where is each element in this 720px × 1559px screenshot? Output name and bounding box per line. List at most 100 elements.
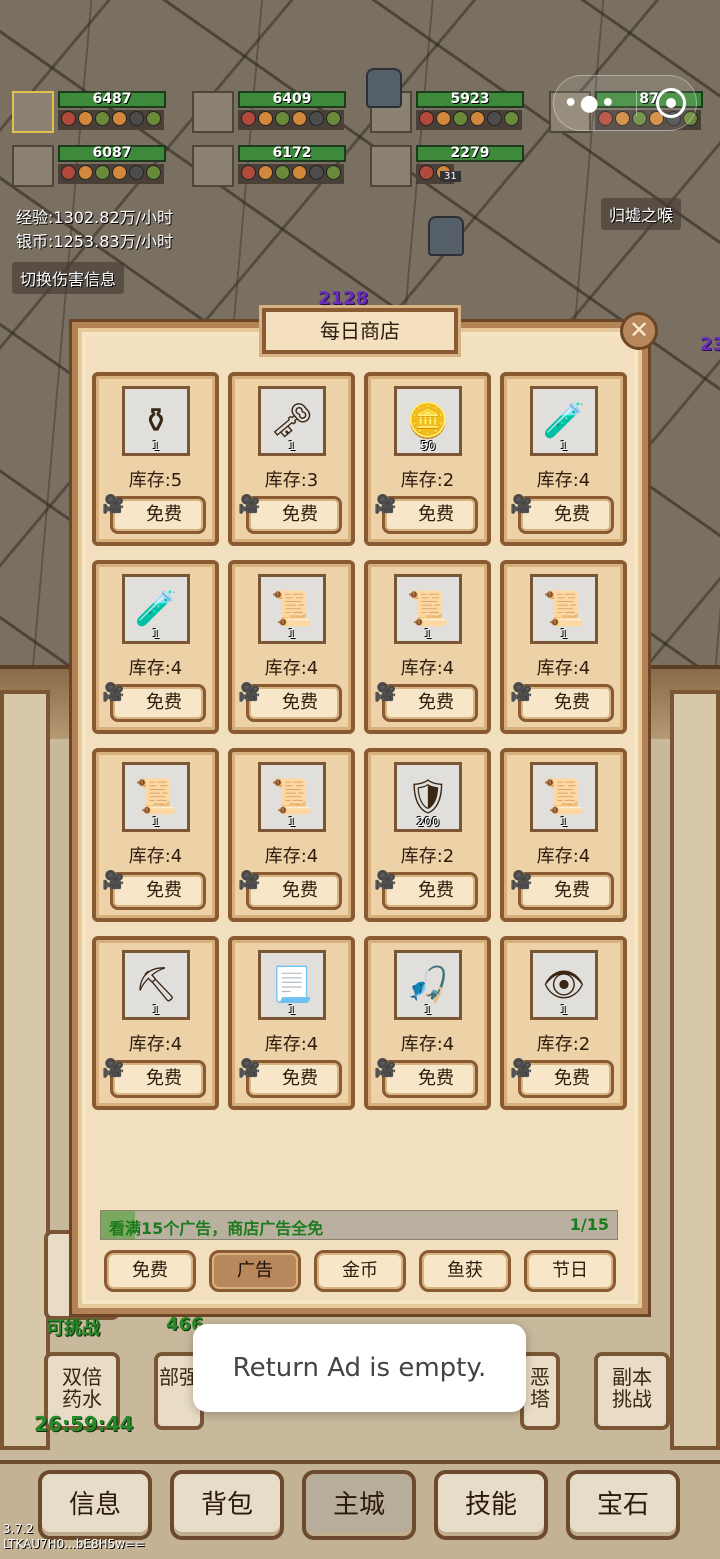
double-potion-timer: 26:59:44 (34, 1412, 134, 1436)
shop-tab[interactable]: 广告 (209, 1250, 301, 1292)
hero-slot-5[interactable]: 6087 (12, 145, 172, 191)
nav-button[interactable]: 主城 (302, 1470, 416, 1540)
video-camera-icon: 🎥 (510, 1058, 533, 1079)
video-camera-icon: 🎥 (510, 682, 533, 703)
shield-icon: 🛡 (406, 777, 450, 817)
version-info: 3.7.2 LTKAU7H0...bE8H5w== (3, 1522, 145, 1552)
shop-item[interactable]: 🎣 1 库存:4 免费 🎥 (364, 936, 491, 1110)
scroll-purple-icon: 📜 (270, 777, 314, 817)
potion-yellow-icon: 🧪 (542, 401, 586, 441)
silver-rate: 银币:1253.83万/小时 (16, 232, 173, 251)
ad-progress-count: 1/15 (569, 1215, 609, 1234)
item-stock: 库存:3 (264, 470, 319, 491)
close-icon: ✕ (628, 316, 650, 344)
hero-buffs (416, 110, 522, 130)
nav-button[interactable]: 技能 (434, 1470, 548, 1540)
scroll-blue-icon: 📜 (134, 777, 178, 817)
video-camera-icon: 🎥 (102, 682, 125, 703)
hero-slot-7[interactable]: 2279 31 (370, 145, 530, 191)
hero-portrait (12, 91, 54, 133)
exp-rate: 经验:1302.82万/小时 (16, 208, 173, 227)
hero-buffs (58, 164, 164, 184)
shop-item[interactable]: 📃 1 库存:4 免费 🎥 (228, 936, 355, 1110)
shop-tab[interactable]: 鱼获 (419, 1250, 511, 1292)
left-frame (0, 690, 50, 1450)
item-quantity: 1 (152, 1003, 160, 1017)
zone-name[interactable]: 归墟之喉 (601, 198, 682, 230)
item-icon-box: 📜 1 (122, 762, 190, 832)
item-quantity: 1 (288, 627, 296, 641)
hero-buffs (58, 110, 164, 130)
item-quantity: 1 (152, 627, 160, 641)
video-camera-icon: 🎥 (238, 494, 261, 515)
shop-tab[interactable]: 免费 (104, 1250, 196, 1292)
toast-message: Return Ad is empty. (193, 1324, 526, 1412)
video-camera-icon: 🎥 (374, 494, 397, 515)
nav-button[interactable]: 宝石 (566, 1470, 680, 1540)
partial-button-right[interactable]: 恶塔 (520, 1352, 560, 1430)
hero-hp: 6409 (238, 91, 346, 108)
dungeon-challenge-button[interactable]: 副本 挑战 (594, 1352, 670, 1430)
key-icon: 🗝 (270, 401, 314, 441)
item-icon-box: 📜 1 (258, 762, 326, 832)
item-stock: 库存:4 (400, 1034, 455, 1055)
item-stock: 库存:2 (400, 846, 455, 867)
shop-item[interactable]: ⚱ 1 库存:5 免费 🎥 (92, 372, 219, 546)
nav-button[interactable]: 背包 (170, 1470, 284, 1540)
item-icon-box: 👁 1 (530, 950, 598, 1020)
hero-buffs (238, 110, 344, 130)
hero-slot-1[interactable]: 6487 (12, 91, 172, 137)
item-stock: 库存:2 (536, 1034, 591, 1055)
item-quantity: 1 (152, 439, 160, 453)
shop-item[interactable]: 📜 1 库存:4 免费 🎥 (500, 560, 627, 734)
shop-item[interactable]: 📜 1 库存:4 免费 🎥 (500, 748, 627, 922)
item-stock: 库存:2 (400, 470, 455, 491)
monster-sprite (366, 68, 402, 108)
item-icon-box: 📜 1 (530, 762, 598, 832)
item-quantity: 1 (152, 815, 160, 829)
shop-item[interactable]: ⛏ 1 库存:4 免费 🎥 (92, 936, 219, 1110)
hero-hp: 6087 (58, 145, 166, 162)
hero-slot-2[interactable]: 6409 (192, 91, 352, 137)
item-icon-box: ⛏ 1 (122, 950, 190, 1020)
hero-portrait (192, 145, 234, 187)
scroll-plain-icon: 📜 (542, 777, 586, 817)
shop-item-grid: ⚱ 1 库存:5 免费 🎥 🗝 1 库存:3 免费 🎥 🪙 50 库存:2 免费 🎥 🧪 1 库存:4 免费 🎥 🧪 1 库… (92, 372, 632, 1110)
item-quantity: 1 (288, 439, 296, 453)
close-target-icon[interactable] (656, 88, 687, 118)
toggle-damage-button[interactable]: 切换伤害信息 (12, 262, 125, 294)
shop-item[interactable]: 🪙 50 库存:2 免费 🎥 (364, 372, 491, 546)
item-stock: 库存:4 (264, 846, 319, 867)
shop-item[interactable]: 🧪 1 库存:4 免费 🎥 (92, 560, 219, 734)
shop-item[interactable]: 🗝 1 库存:3 免费 🎥 (228, 372, 355, 546)
shop-item[interactable]: 📜 1 库存:4 免费 🎥 (92, 748, 219, 922)
monster-sprite (428, 216, 464, 256)
fishing-rod-icon: 🎣 (406, 965, 450, 1005)
video-camera-icon: 🎥 (510, 870, 533, 891)
video-camera-icon: 🎥 (238, 682, 261, 703)
item-icon-box: 📜 1 (394, 574, 462, 644)
shop-item[interactable]: 🧪 1 库存:4 免费 🎥 (500, 372, 627, 546)
hero-slot-6[interactable]: 6172 (192, 145, 352, 191)
shop-item[interactable]: 📜 1 库存:4 免费 🎥 (228, 560, 355, 734)
more-icon[interactable]: •●• (564, 91, 617, 116)
shop-item[interactable]: 📜 1 库存:4 免费 🎥 (228, 748, 355, 922)
capsule-divider (636, 90, 638, 116)
shop-item[interactable]: 📜 1 库存:4 免费 🎥 (364, 560, 491, 734)
item-icon-box: 🛡 200 (394, 762, 462, 832)
item-icon-box: 📜 1 (258, 574, 326, 644)
hero-level: 31 (440, 171, 461, 182)
shop-item[interactable]: 🛡 200 库存:2 免费 🎥 (364, 748, 491, 922)
close-button[interactable]: ✕ (620, 312, 658, 350)
version-number: 3.7.2 (3, 1522, 34, 1536)
shop-tab[interactable]: 金币 (314, 1250, 406, 1292)
item-icon-box: 🪙 50 (394, 386, 462, 456)
item-stock: 库存:4 (128, 658, 183, 679)
item-icon-box: 📃 1 (258, 950, 326, 1020)
version-code: LTKAU7H0...bE8H5w== (3, 1537, 146, 1551)
item-quantity: 1 (560, 627, 568, 641)
shop-item[interactable]: 👁 1 库存:2 免费 🎥 (500, 936, 627, 1110)
shop-tab[interactable]: 节日 (524, 1250, 616, 1292)
item-stock: 库存:4 (128, 846, 183, 867)
right-frame (670, 690, 720, 1450)
